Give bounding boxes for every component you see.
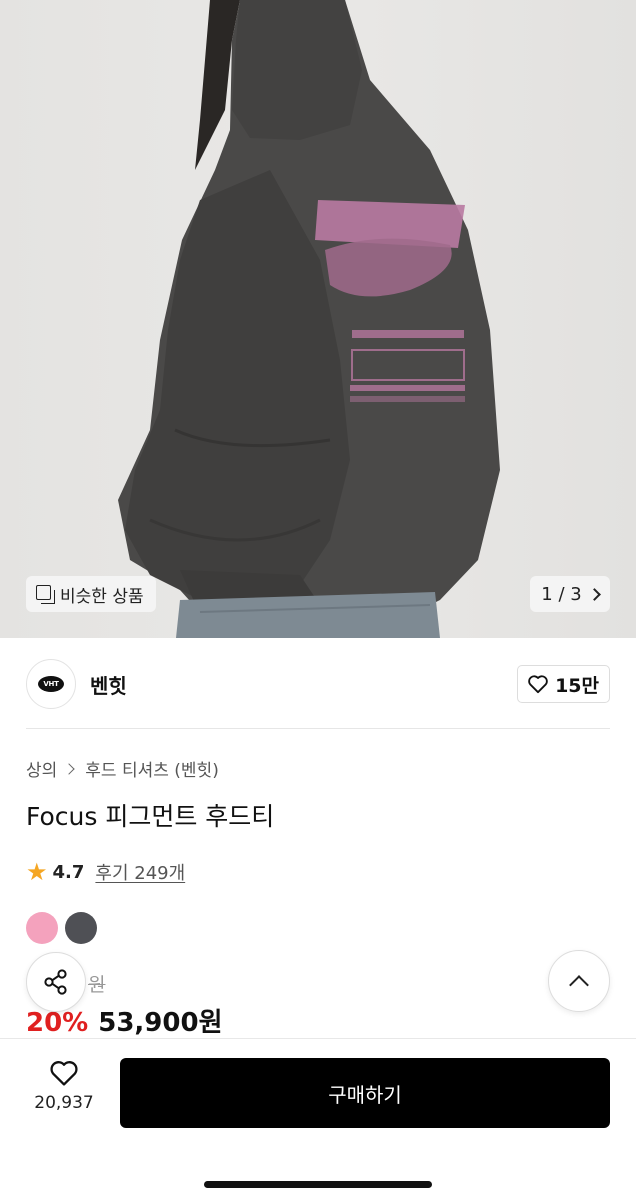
sale-price: 53,900원 [98, 1008, 223, 1038]
brand-like-count: 15만 [555, 674, 599, 697]
product-title: Focus 피그먼트 후드티 [26, 802, 275, 831]
product-image-gallery[interactable]: 비슷한 상품 1 / 3 [0, 0, 636, 638]
gallery-page-indicator[interactable]: 1 / 3 [530, 576, 610, 612]
chevron-right-icon [63, 762, 75, 775]
brand-logo-text: VHT [38, 676, 64, 692]
breadcrumb-subcategory[interactable]: 후드 티셔츠 (벤힛) [85, 756, 219, 781]
share-button[interactable] [26, 952, 86, 1012]
rating-row: ★ 4.7 후기 249개 [26, 859, 185, 885]
heart-outline-icon [528, 675, 548, 694]
page-indicator-text: 1 / 3 [541, 583, 582, 605]
similar-items-label: 비슷한 상품 [60, 586, 144, 607]
buy-button[interactable]: 구매하기 [120, 1058, 610, 1128]
breadcrumb-category[interactable]: 상의 [26, 756, 57, 781]
brand-row: VHT 벤힛 15만 [26, 658, 610, 710]
wishlist-count: 20,937 [34, 1093, 94, 1113]
chevron-up-icon [569, 975, 589, 995]
heart-outline-icon [50, 1061, 78, 1086]
bottom-purchase-bar: 20,937 구매하기 [0, 1038, 636, 1200]
reviews-link[interactable]: 후기 249개 [95, 859, 185, 885]
similar-items-button[interactable]: 비슷한 상품 [26, 576, 156, 612]
home-indicator [204, 1181, 432, 1188]
share-icon [44, 969, 67, 995]
similar-items-icon [36, 585, 55, 604]
brand-logo[interactable]: VHT [26, 659, 76, 709]
wishlist-button[interactable]: 20,937 [26, 1059, 102, 1113]
color-swatch-pink[interactable] [26, 912, 58, 944]
brand-name[interactable]: 벤힛 [90, 670, 127, 699]
divider [26, 728, 610, 729]
chevron-right-icon [587, 587, 601, 601]
color-swatch-charcoal[interactable] [65, 912, 97, 944]
breadcrumb: 상의 후드 티셔츠 (벤힛) [26, 756, 219, 781]
color-swatches [26, 912, 97, 944]
brand-like-button[interactable]: 15만 [517, 665, 610, 703]
discount-rate: 20% [26, 1008, 89, 1038]
rating-score: 4.7 [52, 861, 85, 883]
original-price: 원 [88, 974, 106, 996]
scroll-top-button[interactable] [548, 950, 610, 1012]
product-photo [118, 0, 500, 638]
star-icon: ★ [26, 858, 48, 886]
